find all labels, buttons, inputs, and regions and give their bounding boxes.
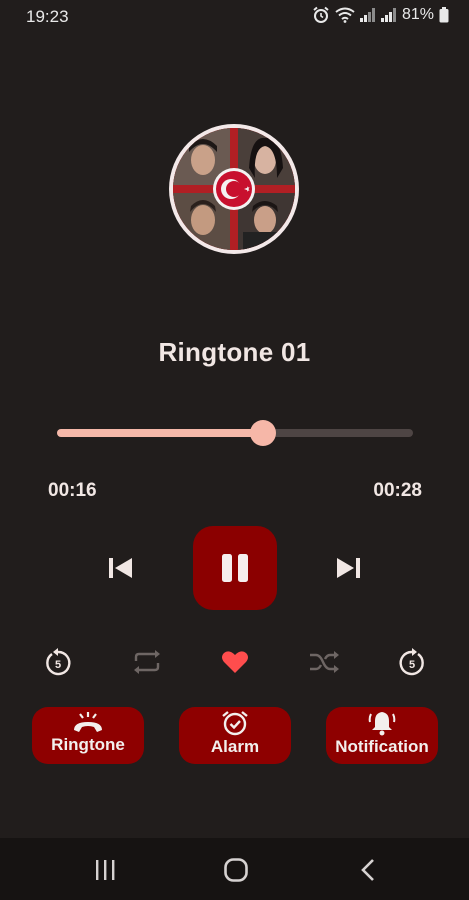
seek-bar-progress — [57, 429, 264, 437]
total-time: 00:28 — [373, 480, 422, 501]
notification-label: Notification — [335, 737, 429, 756]
favorite-button[interactable] — [219, 648, 251, 676]
rewind-5-icon: 5 — [46, 648, 71, 676]
home-button[interactable] — [221, 855, 251, 885]
current-time: 00:16 — [48, 480, 97, 501]
forward-5-button[interactable]: 5 — [396, 647, 428, 679]
favorite-heart-icon — [222, 651, 248, 673]
rewind-5-button[interactable]: 5 — [42, 647, 74, 679]
album-cover — [169, 124, 299, 254]
phone-ringing-icon — [74, 712, 102, 732]
shuffle-button[interactable] — [307, 648, 341, 676]
alarm-icon — [313, 6, 329, 23]
system-nav-bar — [0, 838, 469, 900]
forward-5-icon: 5 — [399, 648, 424, 676]
recent-apps-button[interactable] — [90, 856, 120, 884]
notification-bell-icon — [368, 712, 396, 736]
back-button[interactable] — [355, 856, 381, 884]
repeat-button[interactable] — [130, 648, 164, 676]
seek-bar-thumb[interactable] — [250, 420, 277, 446]
status-bar: 19:23 81% — [0, 0, 469, 34]
skip-next-icon — [337, 558, 360, 578]
status-time: 19:23 — [26, 7, 69, 26]
shuffle-icon — [310, 651, 339, 673]
battery-icon — [439, 7, 449, 23]
skip-previous-button[interactable] — [102, 551, 138, 585]
seek-bar[interactable] — [57, 420, 413, 446]
home-icon — [224, 858, 248, 882]
set-notification-button[interactable]: Notification — [326, 707, 438, 764]
repeat-icon — [134, 650, 160, 674]
play-pause-button[interactable] — [193, 526, 277, 610]
ringtone-label: Ringtone — [51, 735, 125, 754]
album-cover-image — [173, 128, 295, 250]
status-icons: 81% — [312, 6, 449, 24]
set-ringtone-button[interactable]: Ringtone — [32, 707, 144, 764]
alarm-label: Alarm — [210, 737, 260, 756]
wifi-icon — [335, 7, 355, 23]
skip-next-button[interactable] — [331, 551, 367, 585]
back-icon — [361, 859, 374, 881]
track-title: Ringtone 01 — [158, 337, 311, 367]
set-alarm-button[interactable]: Alarm — [179, 707, 291, 764]
signal-icon — [359, 8, 375, 22]
battery-percent: 81% — [401, 6, 434, 23]
alarm-clock-icon — [222, 711, 248, 736]
rewind-5-label: 5 — [55, 659, 61, 671]
skip-previous-icon — [109, 558, 132, 578]
signal-icon — [380, 8, 396, 22]
forward-5-label: 5 — [409, 659, 415, 671]
recent-apps-icon — [96, 860, 115, 880]
pause-icon — [222, 554, 248, 582]
